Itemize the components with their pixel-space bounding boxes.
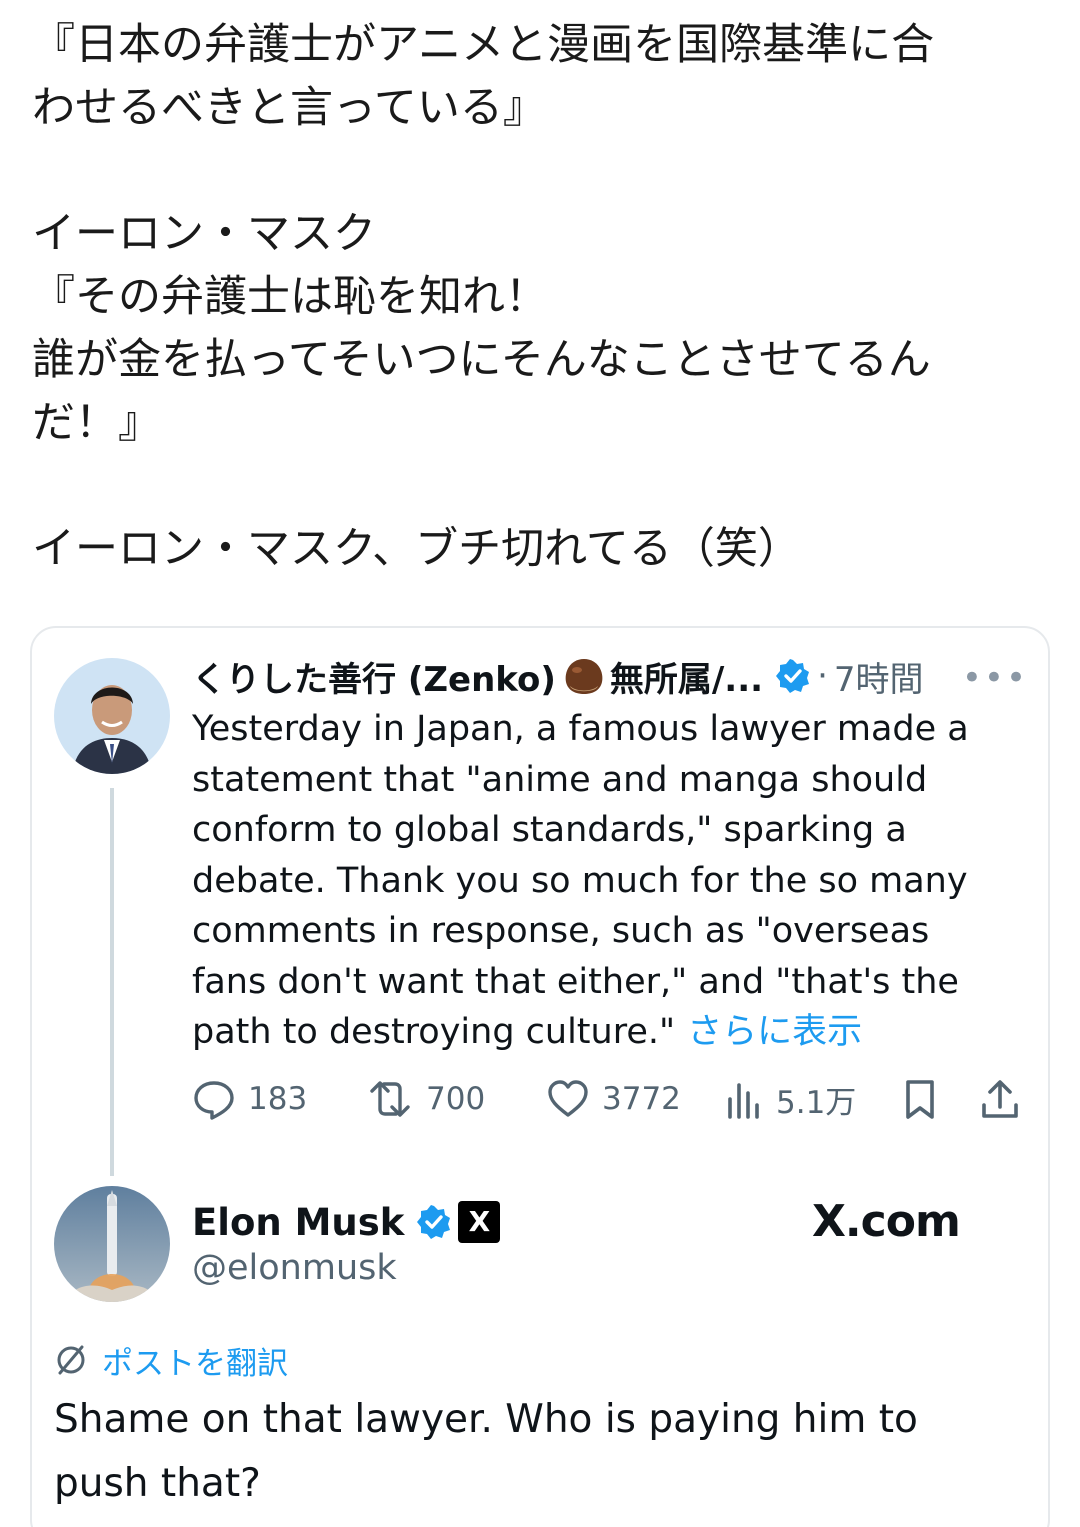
quoted-post-header: くりした善行 (Zenko) 無所属/... · 7時間 ••• [192, 650, 1032, 702]
bookmark-button[interactable] [900, 1074, 952, 1124]
reply-display-name[interactable]: Elon Musk [192, 1201, 404, 1244]
intro-line: 『その弁護士は恥を知れ！ [32, 272, 548, 322]
intro-spacer [32, 140, 1052, 203]
intro-line: イーロン・マスク [32, 209, 376, 259]
brand-watermark: X.com [812, 1196, 961, 1247]
intro-line: イーロン・マスク、ブチ切れてる（笑） [32, 524, 801, 574]
quoted-display-name[interactable]: くりした善行 (Zenko) [192, 652, 556, 701]
reply-icon [194, 1081, 234, 1120]
views-count: 5.1万 [776, 1084, 857, 1121]
quoted-post-text: Yesterday in Japan, a famous lawyer made… [192, 704, 1012, 1058]
translate-label: ポストを翻訳 [102, 1345, 288, 1382]
chestnut-icon [562, 656, 606, 696]
reply-header: Elon Musk X [192, 1198, 501, 1246]
translate-icon [57, 1345, 85, 1375]
repost-button[interactable]: 700 [366, 1074, 485, 1124]
like-button[interactable]: 3772 [546, 1074, 681, 1124]
action-bar: 183 700 3772 5.1万 [192, 1074, 1018, 1124]
intro-text: 『日本の弁護士がアニメと漫画を国際基準に合 わせるべきと言っている』 イーロン・… [32, 14, 1052, 581]
verified-badge-icon [775, 658, 811, 694]
verified-badge-icon [416, 1204, 452, 1240]
post-time[interactable]: 7時間 [834, 652, 924, 701]
intro-spacer [32, 455, 1052, 518]
reply-text: Shame on that lawyer. Who is paying him … [54, 1397, 918, 1506]
intro-line: 『日本の弁護士がアニメと漫画を国際基準に合 [32, 20, 935, 70]
like-icon [548, 1080, 588, 1117]
intro-line: わせるべきと言っている』 [32, 83, 546, 133]
share-button[interactable] [978, 1074, 1034, 1124]
zenko-avatar[interactable] [54, 658, 170, 774]
post-separator: · [817, 656, 828, 696]
intro-line: 誰が金を払ってそいつにそんなことさせてるん [32, 335, 931, 385]
translate-link[interactable]: ポストを翻訳 [54, 1340, 288, 1382]
bookmark-icon [906, 1080, 934, 1119]
more-icon[interactable]: ••• [962, 658, 1028, 698]
repost-icon [370, 1081, 410, 1117]
like-count: 3772 [602, 1081, 681, 1117]
show-more-link[interactable]: さらに表示 [687, 1012, 862, 1052]
reply-button[interactable]: 183 [192, 1074, 307, 1124]
quoted-text: Yesterday in Japan, a famous lawyer made… [192, 709, 969, 1052]
thread-line [110, 788, 114, 1176]
elon-avatar[interactable] [54, 1186, 170, 1302]
share-icon [982, 1080, 1018, 1118]
views-button[interactable]: 5.1万 [724, 1074, 856, 1124]
x-logo-icon: X [458, 1201, 501, 1243]
intro-line: だ！』 [32, 398, 161, 448]
views-icon [728, 1083, 759, 1119]
repost-count: 700 [426, 1081, 486, 1117]
post-card[interactable]: くりした善行 (Zenko) 無所属/... · 7時間 ••• Yesterd… [30, 626, 1050, 1527]
reply-handle[interactable]: @elonmusk [192, 1248, 397, 1288]
quoted-name-suffix: 無所属/... [609, 659, 764, 700]
reply-count: 183 [248, 1081, 308, 1117]
